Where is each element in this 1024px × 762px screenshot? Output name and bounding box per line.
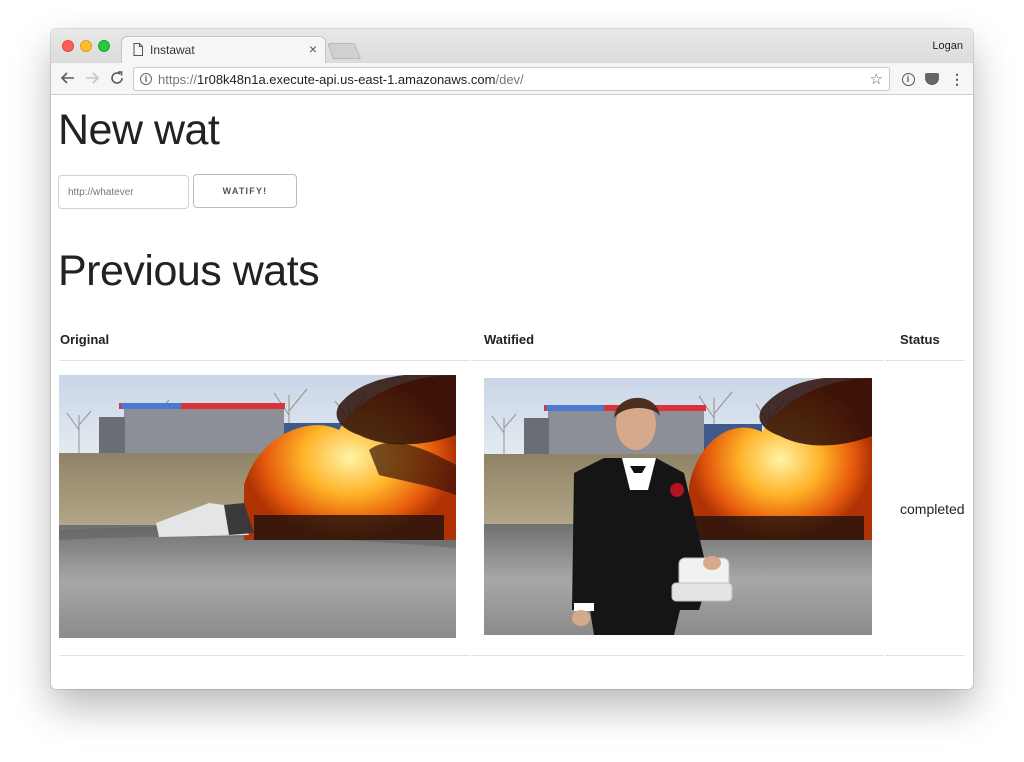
pocket-icon[interactable] bbox=[924, 71, 940, 87]
title-bar: Instawat × Logan bbox=[51, 29, 973, 63]
info-icon[interactable]: i bbox=[140, 73, 152, 85]
row-divider bbox=[886, 655, 965, 656]
close-tab-icon[interactable]: × bbox=[309, 41, 317, 57]
reload-icon[interactable] bbox=[108, 69, 126, 87]
browser-window: Instawat × Logan i https://1r08k48n1a.ex… bbox=[51, 29, 973, 689]
back-arrow-icon[interactable] bbox=[59, 69, 77, 87]
forward-arrow-icon[interactable] bbox=[83, 69, 101, 87]
watify-button[interactable]: WATIFY! bbox=[193, 174, 297, 208]
info-extension-icon[interactable]: i bbox=[900, 71, 916, 87]
document-icon bbox=[133, 43, 143, 56]
maximize-window-button[interactable] bbox=[98, 40, 110, 52]
previous-wats-heading: Previous wats bbox=[58, 247, 320, 295]
star-icon[interactable]: ☆ bbox=[870, 70, 883, 88]
profile-name[interactable]: Logan bbox=[932, 40, 963, 52]
column-header-original: Original bbox=[60, 332, 110, 347]
new-wat-heading: New wat bbox=[58, 106, 220, 154]
header-divider bbox=[471, 360, 884, 361]
tab-instawat[interactable]: Instawat × bbox=[121, 36, 326, 63]
page-content: New wat WATIFY! Previous wats Original W… bbox=[51, 95, 973, 689]
header-divider bbox=[886, 360, 965, 361]
minimize-window-button[interactable] bbox=[80, 40, 92, 52]
close-window-button[interactable] bbox=[62, 40, 74, 52]
new-tab-button[interactable] bbox=[327, 43, 361, 59]
header-divider bbox=[59, 360, 469, 361]
url-input[interactable] bbox=[58, 175, 189, 209]
watified-image[interactable] bbox=[484, 378, 872, 635]
address-bar[interactable]: i https://1r08k48n1a.execute-api.us-east… bbox=[133, 67, 890, 91]
status-value: completed bbox=[900, 501, 965, 517]
column-header-status: Status bbox=[900, 332, 940, 347]
column-header-watified: Watified bbox=[484, 332, 535, 347]
url-text[interactable]: https://1r08k48n1a.execute-api.us-east-1… bbox=[158, 72, 524, 87]
tab-title: Instawat bbox=[150, 43, 195, 57]
original-image[interactable] bbox=[59, 375, 456, 638]
row-divider bbox=[59, 655, 469, 656]
browser-toolbar: i https://1r08k48n1a.execute-api.us-east… bbox=[51, 63, 973, 95]
menu-icon[interactable]: ⋮ bbox=[949, 71, 965, 87]
row-divider bbox=[471, 655, 884, 656]
